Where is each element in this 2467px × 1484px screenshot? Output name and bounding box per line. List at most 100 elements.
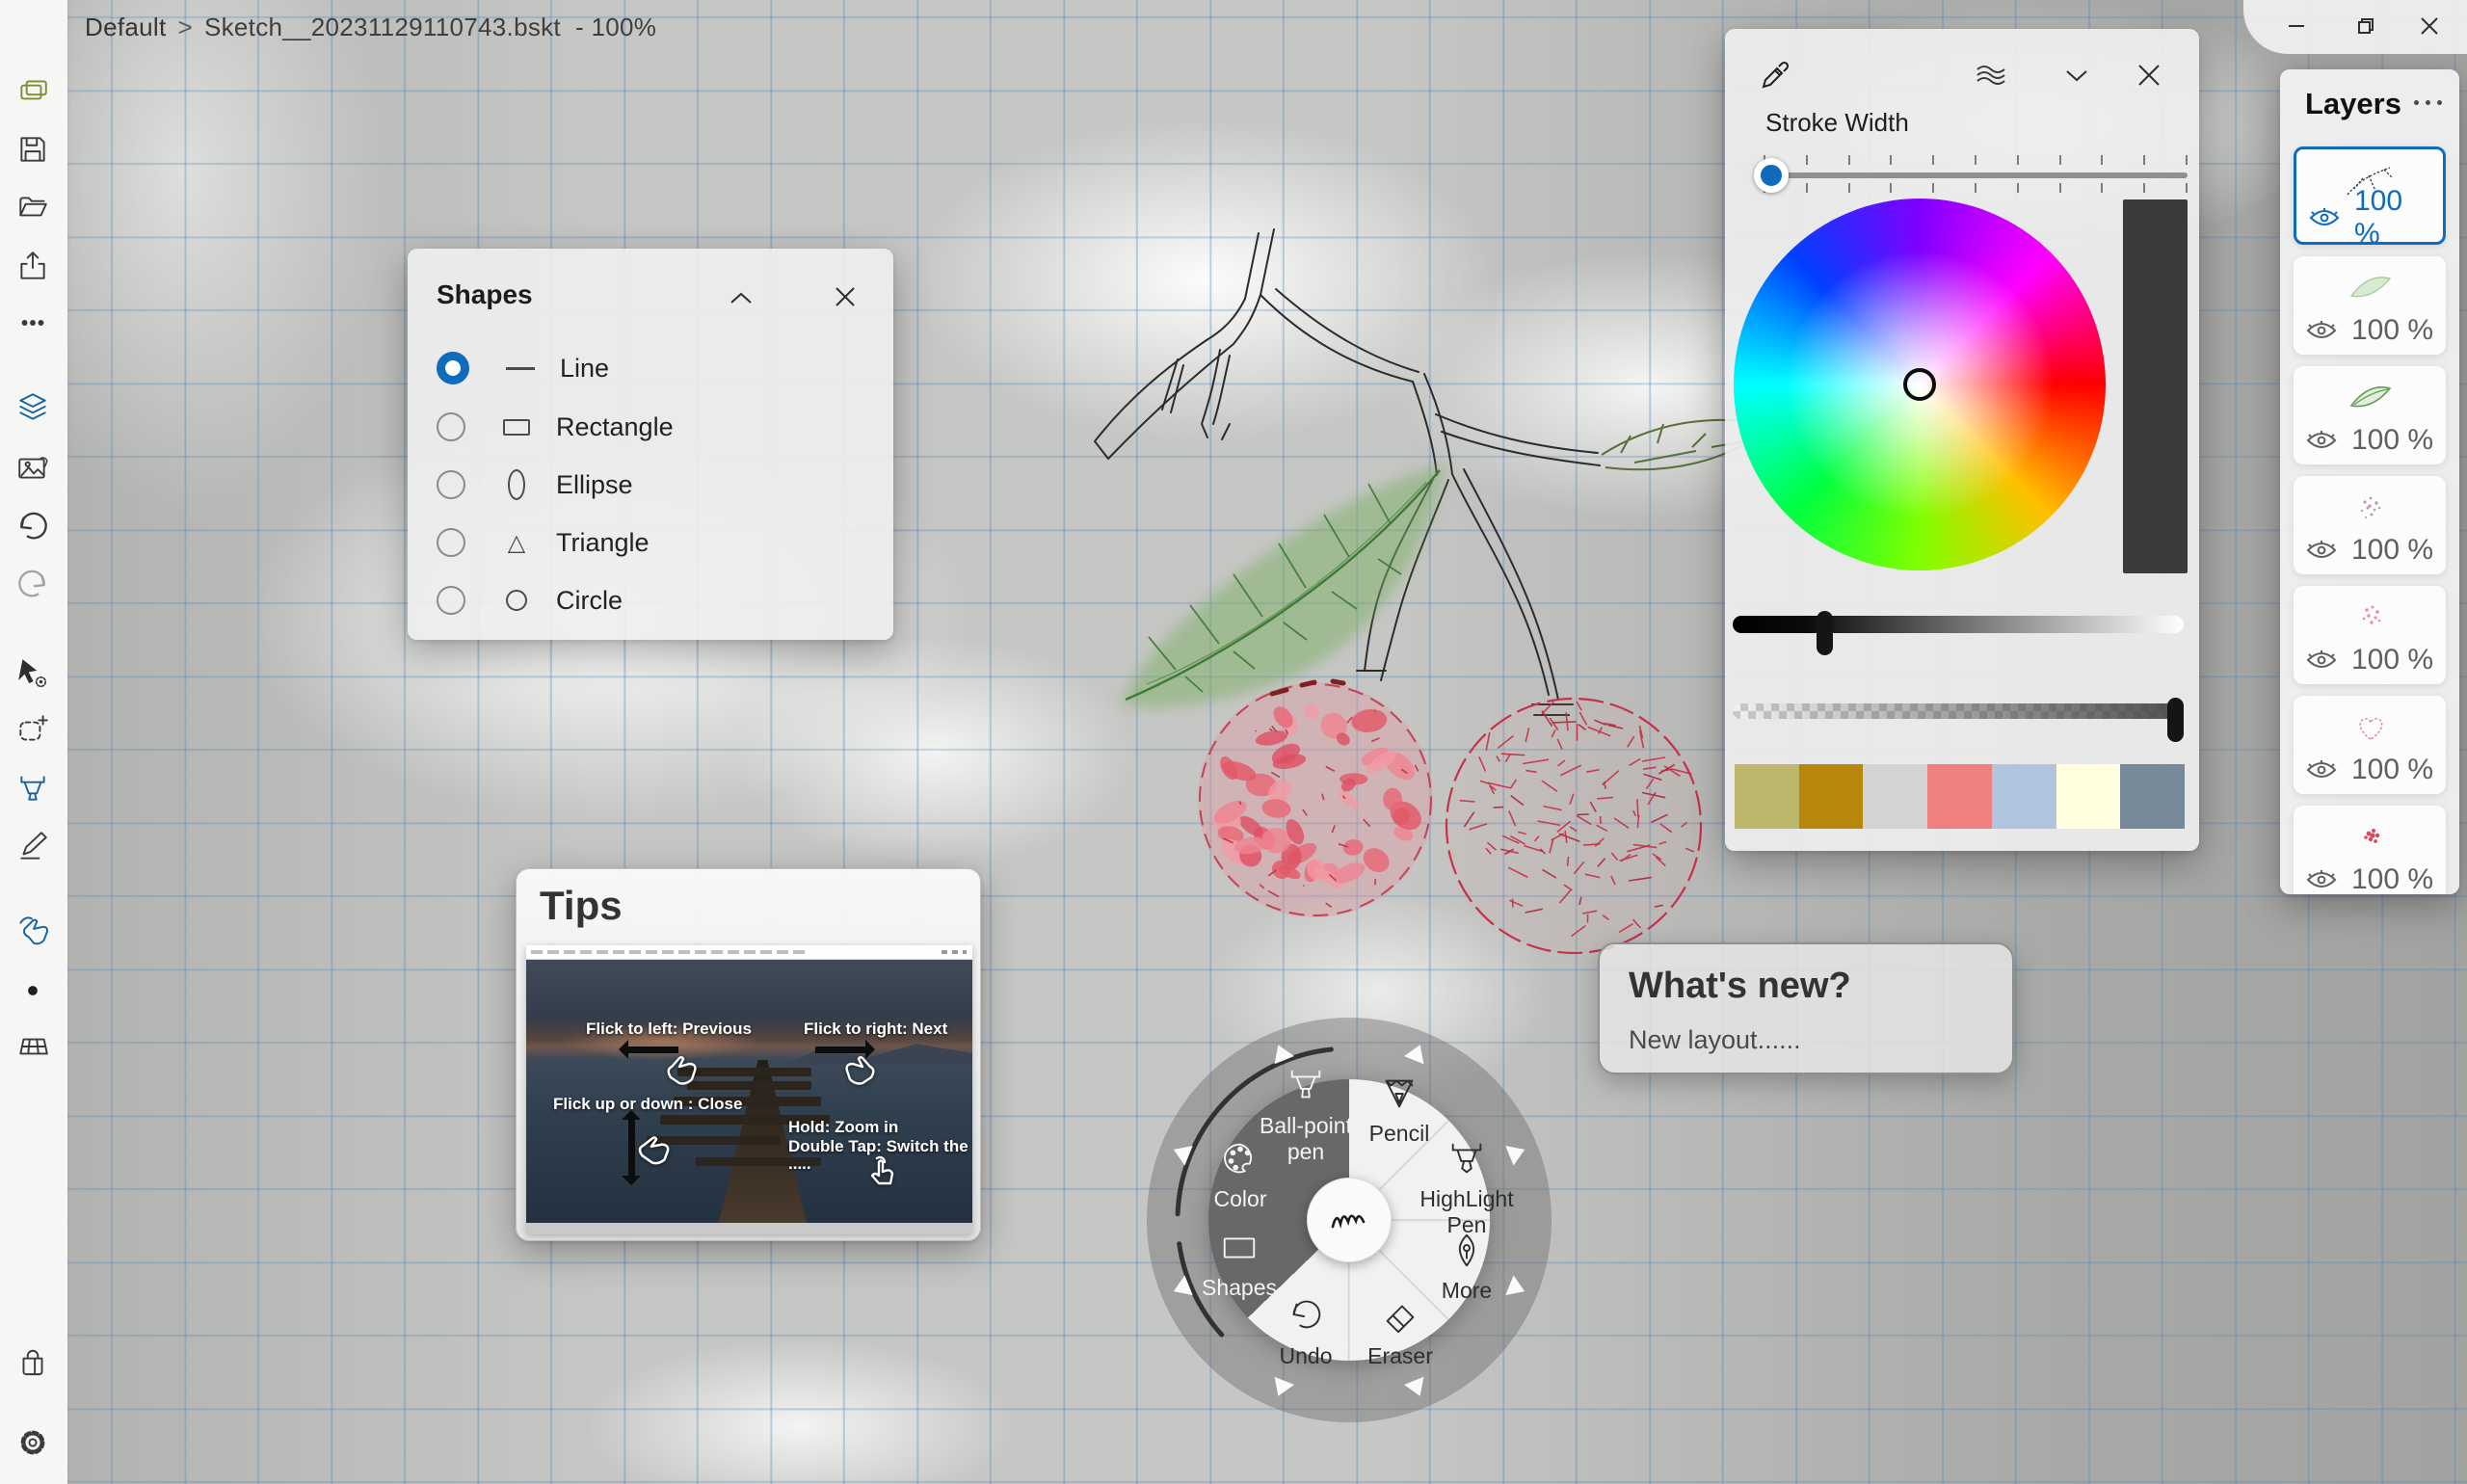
shape-option-circle[interactable]: Circle: [437, 575, 861, 625]
layer-card[interactable]: 100 %: [2294, 696, 2446, 794]
flick-hand-icon: [661, 1052, 700, 1096]
layer-thumbnail: [2294, 372, 2446, 422]
dot-icon[interactable]: [13, 971, 52, 1010]
layer-opacity: 100 %: [2351, 314, 2433, 347]
opacity-thumb[interactable]: [2167, 698, 2184, 742]
visibility-eye-icon[interactable]: [2305, 539, 2338, 562]
document-title: Sketch__20231129110743.bskt: [204, 13, 561, 41]
pointer-settings-icon[interactable]: [13, 653, 52, 692]
chevron-down-icon[interactable]: [2056, 56, 2098, 94]
visibility-eye-icon[interactable]: [2305, 868, 2338, 891]
layer-card[interactable]: 100 %: [2294, 476, 2446, 574]
layer-card[interactable]: 100 %: [2294, 586, 2446, 684]
tips-panel: Tips Flick to left: Previous Flick to ri…: [516, 868, 981, 1241]
layer-card[interactable]: 100 %: [2294, 806, 2446, 894]
shape-option-line[interactable]: Line: [437, 343, 861, 393]
breadcrumb-root[interactable]: Default: [85, 13, 166, 41]
undo-icon[interactable]: [13, 506, 52, 544]
open-folder-icon[interactable]: [13, 188, 52, 226]
swatch[interactable]: [1992, 764, 2056, 829]
highlighter-icon[interactable]: [13, 769, 52, 808]
swatch[interactable]: [1735, 764, 1799, 829]
eyedropper-icon[interactable]: [1754, 56, 1796, 94]
brightness-slider[interactable]: [1733, 616, 2184, 633]
layers-icon[interactable]: [13, 388, 52, 427]
layer-thumbnail: [2294, 482, 2446, 532]
tip-flick-left: Flick to left: Previous: [586, 1020, 752, 1039]
layer-card[interactable]: 100 %: [2294, 146, 2446, 245]
shape-option-rectangle[interactable]: Rectangle: [437, 402, 861, 452]
layer-opacity: 100 %: [2351, 424, 2433, 457]
grid-icon[interactable]: [13, 1027, 52, 1066]
slider-ticks: [1764, 155, 2188, 165]
swatch[interactable]: [2120, 764, 2185, 829]
radial-item-undo[interactable]: Undo: [1238, 1296, 1373, 1369]
swatch[interactable]: [2056, 764, 2121, 829]
tips-illustration: Flick to left: Previous Flick to right: …: [526, 945, 972, 1234]
collapse-icon[interactable]: [718, 278, 764, 320]
radial-tool-menu: Pencil HighLight Pen More Eraser Undo Ba…: [1147, 1018, 1552, 1422]
brightness-thumb[interactable]: [1817, 611, 1833, 655]
insert-image-icon[interactable]: [13, 448, 52, 487]
radio[interactable]: [437, 470, 465, 499]
visibility-eye-icon[interactable]: [2305, 319, 2338, 342]
whats-new-title: What's new?: [1629, 966, 1851, 1007]
close-icon[interactable]: [2128, 56, 2170, 94]
radial-center-handle[interactable]: [1307, 1178, 1392, 1262]
tip-double-tap: Double Tap: Switch the view size: [788, 1137, 972, 1156]
pages-icon[interactable]: [13, 72, 52, 111]
touch-gesture-icon[interactable]: [13, 911, 52, 949]
shapes-panel: Shapes Line Rectangle Ellipse △ Triangle…: [408, 249, 893, 640]
stroke-width-slider[interactable]: [1764, 172, 2188, 178]
stroke-style-icon[interactable]: [1969, 56, 2011, 94]
close-icon[interactable]: [822, 276, 868, 318]
export-icon[interactable]: [13, 248, 52, 286]
shape-option-triangle[interactable]: △ Triangle: [437, 517, 861, 568]
shape-option-ellipse[interactable]: Ellipse: [437, 460, 861, 510]
radio[interactable]: [437, 412, 465, 441]
pencil-icon[interactable]: [13, 827, 52, 865]
radial-item-color[interactable]: Color: [1173, 1139, 1308, 1212]
layer-card[interactable]: 100 %: [2294, 366, 2446, 464]
layer-card[interactable]: 100 %: [2294, 256, 2446, 355]
stroke-width-thumb[interactable]: [1754, 158, 1789, 193]
swatch[interactable]: [1927, 764, 1992, 829]
opacity-slider[interactable]: [1733, 703, 2184, 719]
radial-item-shapes[interactable]: Shapes: [1172, 1228, 1307, 1301]
layers-panel-title: Layers: [2305, 87, 2401, 121]
layer-opacity: 100 %: [2354, 185, 2433, 251]
color-value-bar[interactable]: [2123, 199, 2188, 573]
visibility-eye-icon[interactable]: [2305, 429, 2338, 452]
layers-more-icon[interactable]: [2414, 100, 2442, 105]
swatch[interactable]: [1799, 764, 1864, 829]
visibility-eye-icon[interactable]: [2305, 758, 2338, 782]
color-wheel-cursor[interactable]: [1903, 368, 1936, 401]
ellipse-glyph-icon: [494, 469, 539, 500]
breadcrumb-separator: >: [177, 13, 192, 41]
layers-panel: Layers 100 %100 %100 %100 %100 %100 %100…: [2280, 69, 2459, 894]
pier-photo: Flick to left: Previous Flick to right: …: [526, 960, 972, 1223]
whats-new-toast[interactable]: What's new? New layout......: [1598, 942, 2014, 1074]
lychee-right: [1446, 699, 1701, 953]
select-add-icon[interactable]: [13, 711, 52, 750]
visibility-eye-icon[interactable]: [2305, 649, 2338, 672]
stroke-width-label: Stroke Width: [1765, 108, 1909, 138]
visibility-eye-icon[interactable]: [2308, 206, 2341, 229]
layer-thumbnail: [2294, 592, 2446, 642]
slider-ticks: [1764, 183, 2188, 193]
radio[interactable]: [437, 586, 465, 615]
line-glyph-icon: [498, 367, 543, 370]
tip-flick-right: Flick to right: Next: [804, 1020, 947, 1039]
layer-thumbnail: [2294, 262, 2446, 312]
swatch[interactable]: [1863, 764, 1927, 829]
layer-opacity: 100 %: [2351, 754, 2433, 786]
store-bag-icon[interactable]: [13, 1344, 52, 1383]
radio[interactable]: [437, 528, 465, 557]
tip-hold: Hold: Zoom in: [788, 1118, 898, 1137]
more-icon[interactable]: [13, 304, 52, 342]
radio-selected[interactable]: [437, 352, 469, 384]
tip-flick-close: Flick up or down : Close: [553, 1095, 742, 1114]
redo-icon[interactable]: [13, 564, 52, 602]
save-icon[interactable]: [13, 130, 52, 169]
settings-icon[interactable]: [13, 1423, 52, 1462]
